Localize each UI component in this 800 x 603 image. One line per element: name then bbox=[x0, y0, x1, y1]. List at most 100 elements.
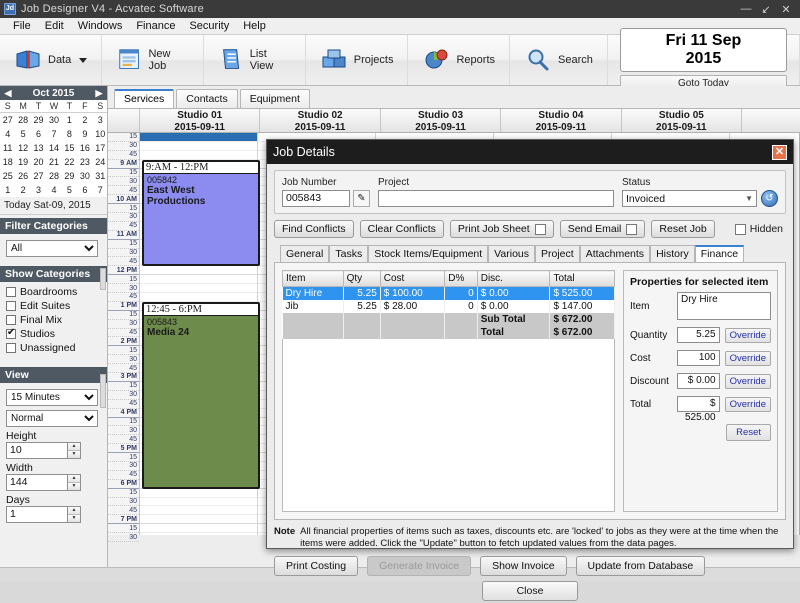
dialog-button-print-job-sheet[interactable]: Print Job Sheet bbox=[449, 220, 554, 238]
dialog-tab-general[interactable]: General bbox=[280, 245, 330, 262]
calendar-day[interactable]: 14 bbox=[46, 141, 61, 155]
days-stepper[interactable]: 1 ▲ ▼ bbox=[6, 506, 101, 523]
calendar-day[interactable]: 23 bbox=[77, 155, 92, 169]
calendar-day[interactable]: 6 bbox=[31, 127, 46, 141]
calendar-day[interactable]: 7 bbox=[93, 183, 107, 197]
time-slot[interactable] bbox=[140, 293, 258, 302]
menu-item-finance[interactable]: Finance bbox=[129, 19, 182, 33]
calendar-day[interactable]: 16 bbox=[77, 141, 92, 155]
finance-col-header[interactable]: Disc. bbox=[476, 270, 551, 287]
dialog-tab-stock-items-equipment[interactable]: Stock Items/Equipment bbox=[368, 245, 489, 262]
toolbar-button-new-job[interactable]: New Job bbox=[102, 35, 204, 85]
calendar-day[interactable]: 28 bbox=[46, 169, 61, 183]
calendar-day[interactable]: 5 bbox=[62, 183, 77, 197]
table-row[interactable]: Dry Hire 5.25 $ 100.00 0 $ 0.00 $ 525.00 bbox=[282, 286, 615, 300]
calendar-day[interactable]: 2 bbox=[77, 113, 92, 128]
schedule-tab-contacts[interactable]: Contacts bbox=[176, 89, 238, 108]
calendar-day[interactable]: 31 bbox=[93, 169, 107, 183]
calendar-day[interactable]: 21 bbox=[46, 155, 61, 169]
days-spin-buttons[interactable]: ▲ ▼ bbox=[68, 506, 81, 523]
category-row[interactable]: Edit Suites bbox=[6, 299, 101, 313]
time-slot[interactable] bbox=[140, 284, 258, 294]
prev-month-icon[interactable]: ◀ bbox=[0, 88, 16, 99]
hidden-toggle[interactable]: Hidden bbox=[734, 223, 786, 235]
calendar-day[interactable]: 5 bbox=[15, 127, 30, 141]
view-interval-select[interactable]: 15 Minutes bbox=[6, 389, 98, 406]
menu-item-help[interactable]: Help bbox=[236, 19, 273, 33]
dialog-tab-history[interactable]: History bbox=[650, 245, 695, 262]
sidebar-resize-grip[interactable] bbox=[100, 374, 106, 408]
menu-item-security[interactable]: Security bbox=[182, 19, 236, 33]
calendar-day[interactable]: 9 bbox=[77, 127, 92, 141]
category-row[interactable]: Boardrooms bbox=[6, 285, 101, 299]
property-input[interactable]: $ 525.00 bbox=[677, 396, 720, 423]
appointment-block[interactable]: 12:45 - 6:PM 005843 Media 24 bbox=[142, 302, 261, 489]
finance-button-update-from-database[interactable]: Update from Database bbox=[575, 556, 706, 576]
height-stepper[interactable]: 10 ▲ ▼ bbox=[6, 442, 101, 459]
calendar-day[interactable]: 4 bbox=[46, 183, 61, 197]
time-slot[interactable] bbox=[140, 533, 258, 542]
calendar-day[interactable]: 3 bbox=[31, 183, 46, 197]
calendar-day[interactable]: 20 bbox=[31, 155, 46, 169]
finance-col-header[interactable]: Total bbox=[549, 270, 615, 287]
finance-table[interactable]: Item Qty Cost D% Disc. Total Dry Hire 5.25 $ … bbox=[282, 270, 615, 339]
calendar-day[interactable]: 28 bbox=[15, 113, 30, 128]
finance-table-empty-area[interactable] bbox=[282, 339, 615, 512]
time-slot[interactable] bbox=[140, 489, 258, 498]
calendar-day[interactable]: 10 bbox=[93, 127, 107, 141]
button-checkbox[interactable] bbox=[534, 223, 546, 235]
calendar-day[interactable]: 27 bbox=[31, 169, 46, 183]
time-slot[interactable] bbox=[140, 275, 258, 285]
mini-calendar[interactable]: SMTWTFS 27 28 29 30 1 2 3 4 5 6 7 8 9 10 11 12 13 14 15 16 1… bbox=[0, 100, 107, 197]
dialog-tab-project[interactable]: Project bbox=[535, 245, 580, 262]
calendar-day[interactable]: 13 bbox=[31, 141, 46, 155]
finance-button-show-invoice[interactable]: Show Invoice bbox=[480, 556, 567, 576]
restore-button[interactable]: ↙ bbox=[756, 3, 776, 16]
calendar-day[interactable]: 6 bbox=[77, 183, 92, 197]
days-input[interactable]: 1 bbox=[6, 506, 68, 523]
override-button[interactable]: Override bbox=[724, 327, 771, 343]
job-number-input[interactable]: 005843 bbox=[282, 190, 350, 207]
schedule-tab-equipment[interactable]: Equipment bbox=[239, 89, 310, 108]
next-month-icon[interactable]: ▶ bbox=[91, 88, 107, 99]
category-row[interactable]: Final Mix bbox=[6, 313, 101, 327]
calendar-day[interactable]: 1 bbox=[62, 113, 77, 128]
category-checkbox[interactable] bbox=[6, 301, 16, 311]
finance-col-header[interactable]: D% bbox=[444, 270, 478, 287]
refresh-icon[interactable]: ↺ bbox=[761, 190, 778, 207]
menu-item-windows[interactable]: Windows bbox=[71, 19, 130, 33]
menu-item-file[interactable]: File bbox=[6, 19, 38, 33]
category-row[interactable]: Unassigned bbox=[6, 341, 101, 355]
studio-column-header[interactable]: Studio 02 2015-09-11 bbox=[260, 109, 381, 133]
studio-column-header[interactable]: Studio 05 2015-09-11 bbox=[622, 109, 743, 133]
finance-col-header[interactable]: Item bbox=[282, 270, 344, 287]
minimize-button[interactable]: — bbox=[736, 3, 756, 15]
property-input[interactable]: $ 0.00 bbox=[677, 373, 720, 389]
reset-button[interactable]: Reset bbox=[726, 424, 771, 441]
calendar-day[interactable]: 15 bbox=[62, 141, 77, 155]
calendar-day[interactable]: 24 bbox=[93, 155, 107, 169]
property-input[interactable]: 5.25 bbox=[677, 327, 720, 343]
dialog-close-button[interactable]: Close bbox=[481, 581, 579, 601]
toolbar-button-reports[interactable]: Reports bbox=[408, 35, 511, 85]
table-row[interactable]: Jib 5.25 $ 28.00 0 $ 0.00 $ 147.00 bbox=[282, 300, 615, 313]
calendar-day[interactable]: 29 bbox=[31, 113, 46, 128]
calendar-day[interactable]: 4 bbox=[0, 127, 15, 141]
time-slot[interactable] bbox=[140, 142, 258, 151]
time-slot[interactable] bbox=[140, 151, 258, 160]
toolbar-button-search[interactable]: Search bbox=[510, 35, 608, 85]
height-input[interactable]: 10 bbox=[6, 442, 68, 459]
height-spin-buttons[interactable]: ▲ ▼ bbox=[68, 442, 81, 459]
menu-item-edit[interactable]: Edit bbox=[38, 19, 71, 33]
category-checkbox[interactable] bbox=[6, 315, 16, 325]
studio-column-header[interactable]: Studio 04 2015-09-11 bbox=[501, 109, 622, 133]
override-button[interactable]: Override bbox=[724, 396, 771, 412]
calendar-day[interactable]: 29 bbox=[62, 169, 77, 183]
category-row[interactable]: Studios bbox=[6, 327, 101, 341]
time-slot[interactable] bbox=[140, 506, 258, 516]
finance-button-print-costing[interactable]: Print Costing bbox=[274, 556, 359, 576]
status-select[interactable]: Invoiced bbox=[622, 190, 757, 207]
override-button[interactable]: Override bbox=[724, 373, 771, 389]
width-input[interactable]: 144 bbox=[6, 474, 68, 491]
calendar-day[interactable]: 7 bbox=[46, 127, 61, 141]
